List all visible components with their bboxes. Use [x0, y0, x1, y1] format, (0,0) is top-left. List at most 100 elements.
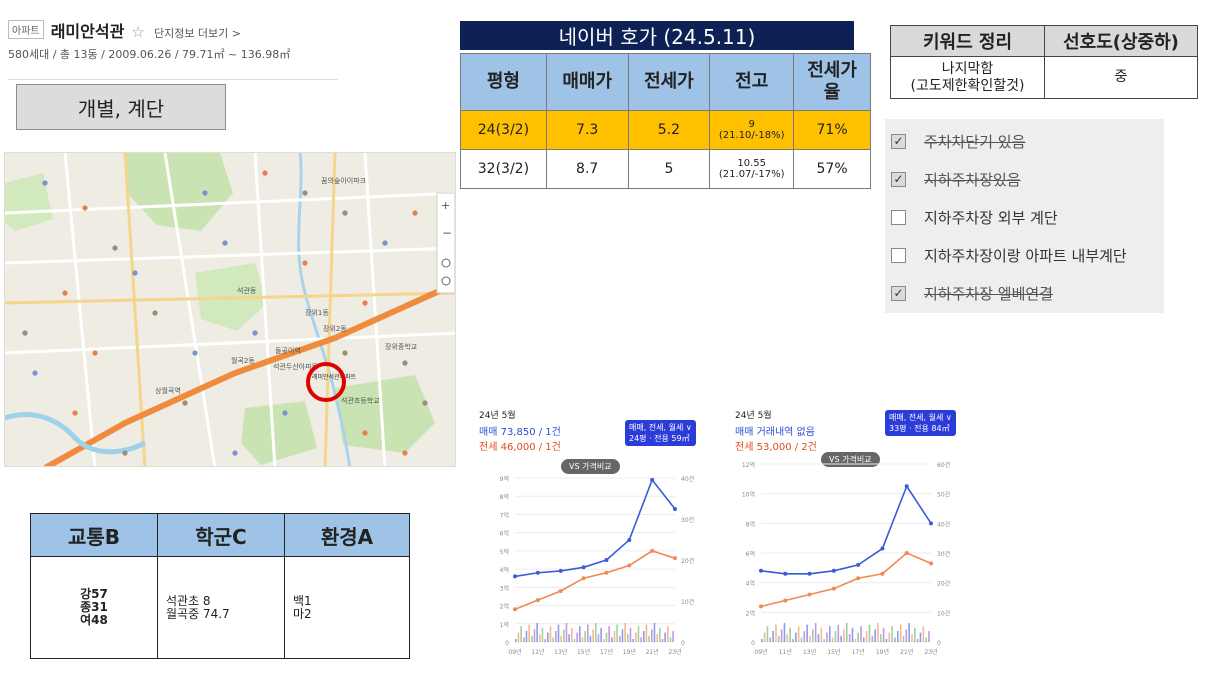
volume-bar	[656, 634, 658, 642]
cell-rate: 57%	[793, 149, 871, 189]
checklist-item[interactable]: ✓ 지하주차장 엘베연결	[891, 281, 1053, 305]
environment-line: 백1	[293, 593, 312, 608]
y2-tick-label: 10건	[681, 598, 694, 606]
volume-bar	[806, 624, 808, 642]
map-poi	[92, 350, 98, 356]
volume-bar	[831, 637, 834, 642]
y2-tick-label: 30건	[937, 550, 950, 558]
keyword-table: 키워드 정리 선호도(상중하) 나지막함 (고도제한확인할것) 중	[890, 25, 1198, 99]
keyword-line-2: (고도제한확인할것)	[910, 77, 1025, 94]
keyword-header: 키워드 정리	[890, 25, 1045, 57]
volume-bar	[520, 626, 522, 642]
highway	[5, 412, 147, 455]
volume-bar	[621, 629, 624, 642]
keyword-line-1: 나지막함	[941, 60, 994, 77]
series-point	[627, 537, 632, 542]
cell-sale: 8.7	[545, 149, 629, 189]
price-chart-24py: 24년 5월 매매 73,850 / 1건 전세 46,000 / 1건 매매,…	[475, 402, 707, 664]
y-tick-label: 4억	[746, 580, 755, 588]
volume-bar	[579, 626, 581, 642]
series-point	[904, 484, 909, 489]
map-zoom-out-icon[interactable]: −	[442, 226, 452, 240]
map-label-3: 월곡2동	[231, 356, 255, 365]
checklist-item[interactable]: 지하주차장이랑 아파트 내부계단	[891, 243, 1127, 267]
series-point	[673, 506, 677, 511]
checkbox-2[interactable]	[891, 209, 906, 225]
y-tick-label: 9억	[500, 475, 509, 483]
volume-bar	[563, 629, 565, 642]
volume-bar	[840, 635, 842, 642]
series-point	[929, 561, 933, 566]
series-point	[627, 563, 632, 568]
volume-bar	[608, 626, 610, 642]
series-point	[880, 546, 885, 551]
cell-sale: 7.3	[545, 110, 629, 150]
volume-bar	[640, 637, 642, 642]
map-view[interactable]: 석관동 장위1동 장위2동 월곡2동 석관초등학교 장위중학교 돌곶이역 상월곡…	[4, 152, 456, 467]
map-poi	[232, 450, 238, 456]
volume-bar	[544, 639, 546, 642]
series-line-jeonse	[760, 552, 932, 608]
checkbox-1[interactable]: ✓	[891, 171, 906, 187]
volume-bar	[525, 631, 528, 642]
volume-bar	[672, 631, 674, 642]
x-tick-label: 19년	[876, 648, 889, 656]
map-poi	[382, 240, 388, 246]
checkbox-4[interactable]: ✓	[891, 285, 906, 301]
volume-bar	[616, 624, 618, 642]
volume-bar	[834, 631, 837, 642]
volume-bar	[882, 627, 885, 642]
map-poi	[402, 360, 408, 366]
volume-bar	[549, 626, 552, 642]
series-point	[581, 565, 586, 570]
school-line: 석관초 8	[166, 593, 211, 608]
series-point	[880, 571, 885, 576]
favorite-star-icon[interactable]: ☆	[131, 23, 144, 41]
checkbox-0[interactable]: ✓	[891, 133, 906, 149]
x-tick-label: 23년	[924, 648, 937, 656]
series-point	[650, 477, 655, 482]
series-point	[558, 568, 563, 573]
volume-bar	[619, 635, 621, 642]
map-poi	[132, 270, 138, 276]
checklist-item[interactable]: 지하주차장 외부 계단	[891, 205, 1058, 229]
grade-table: 교통B 학군C 환경A 강57 종31 여48 석관초 8 월곡중 74.7 백…	[30, 513, 410, 659]
series-point	[904, 551, 909, 555]
volume-bar	[629, 627, 632, 642]
y-tick-label: 2억	[746, 609, 755, 617]
checklist-label: 지하주차장있음	[924, 170, 1021, 189]
volume-bar	[885, 639, 888, 642]
volume-bar	[812, 629, 814, 642]
map-canvas[interactable]: 석관동 장위1동 장위2동 월곡2동 석관초등학교 장위중학교 돌곶이역 상월곡…	[5, 153, 456, 467]
checklist-item[interactable]: ✓ 주차차단기 있음	[891, 129, 1025, 153]
series-point	[929, 521, 933, 526]
map-poi	[22, 330, 28, 336]
volume-bar	[899, 624, 902, 642]
environment-cell: 백1 마2	[284, 556, 410, 659]
series-point	[604, 570, 609, 575]
volume-bar	[627, 634, 629, 642]
map-zoom-in-icon[interactable]: +	[441, 199, 450, 212]
checklist-item[interactable]: ✓ 지하주차장있음	[891, 167, 1021, 191]
volume-bar	[547, 632, 549, 642]
table-row: 32(3/2) 8.7 5 10.55 (21.07/-17%) 57%	[460, 149, 871, 189]
x-tick-label: 23년	[668, 648, 681, 656]
volume-bar	[645, 624, 648, 642]
complex-detail-link[interactable]: 단지정보 더보기 >	[154, 27, 241, 40]
volume-bar	[772, 631, 774, 642]
header-jeonse: 전세가	[627, 53, 711, 111]
volume-bar	[897, 631, 899, 642]
checklist-label: 지하주차장 엘베연결	[924, 284, 1053, 303]
map-label-6: 돌곶이역	[275, 346, 301, 355]
volume-bar	[786, 634, 789, 642]
map-poi	[302, 260, 308, 266]
checkbox-3[interactable]	[891, 247, 906, 263]
chart-plot-1: 0 2억 4억 6억 8억 10억 12억 0 10건 20건 30건 40건 50건 60건 09년 11년…	[742, 461, 950, 656]
map-label-0: 석관동	[237, 286, 257, 295]
volume-bar	[817, 634, 820, 642]
chart-plot-0: 0 1억 2억 3억 4억 5억 6억 7억 8억 9억 0 10건 20건 30건 40건 09년 11년 13…	[500, 475, 695, 656]
volume-bar	[769, 637, 772, 642]
x-tick-label: 15년	[827, 648, 840, 656]
series-point	[783, 598, 788, 603]
park-area-south	[241, 401, 317, 465]
